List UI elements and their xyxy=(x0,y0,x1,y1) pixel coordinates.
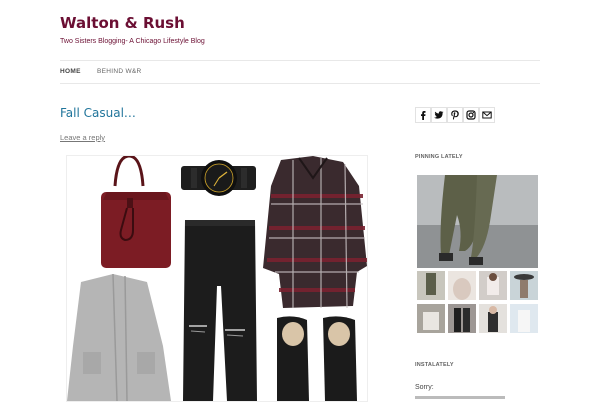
pin-thumb-1[interactable] xyxy=(417,271,445,300)
site-tagline: Two Sisters Blogging- A Chicago Lifestyl… xyxy=(60,38,205,45)
slip-on-sneakers-item xyxy=(277,316,357,401)
instalately-title: INSTALATELY xyxy=(415,362,454,368)
outfit-collage-image xyxy=(66,155,368,402)
nav-item-behind-wr[interactable]: BEHIND W&R xyxy=(97,68,142,75)
twitter-icon[interactable] xyxy=(431,107,447,123)
grey-cardigan-item xyxy=(67,273,171,401)
facebook-icon[interactable] xyxy=(415,107,431,123)
leave-reply-link[interactable]: Leave a reply xyxy=(60,133,105,142)
pin-thumb-4[interactable] xyxy=(510,271,538,300)
pin-thumb-7[interactable] xyxy=(479,304,507,333)
pin-thumb-8[interactable] xyxy=(510,304,538,333)
main-navigation: HOME BEHIND W&R xyxy=(60,60,540,84)
pin-thumb-2[interactable] xyxy=(448,271,476,300)
pinterest-icon[interactable] xyxy=(447,107,463,123)
outfit-collage-svg xyxy=(67,156,367,401)
email-icon[interactable] xyxy=(479,107,495,123)
handbag-item xyxy=(101,156,171,268)
instalately-sorry-text: Sorry: xyxy=(415,384,434,391)
pin-thumb-6[interactable] xyxy=(448,304,476,333)
instagram-icon[interactable] xyxy=(463,107,479,123)
nav-item-home[interactable]: HOME xyxy=(60,68,81,75)
post-title[interactable]: Fall Casual… xyxy=(60,106,136,120)
pinning-lately-title: PINNING LATELY xyxy=(415,154,463,160)
site-title[interactable]: Walton & Rush xyxy=(60,14,185,32)
pin-thumb-3[interactable] xyxy=(479,271,507,300)
flannel-shirt-item xyxy=(263,156,367,309)
black-jeans-item xyxy=(183,220,257,401)
pin-main-image[interactable] xyxy=(417,175,538,268)
pin-thumb-5[interactable] xyxy=(417,304,445,333)
watch-item xyxy=(181,160,256,196)
instalately-message-cutoff xyxy=(415,396,505,399)
